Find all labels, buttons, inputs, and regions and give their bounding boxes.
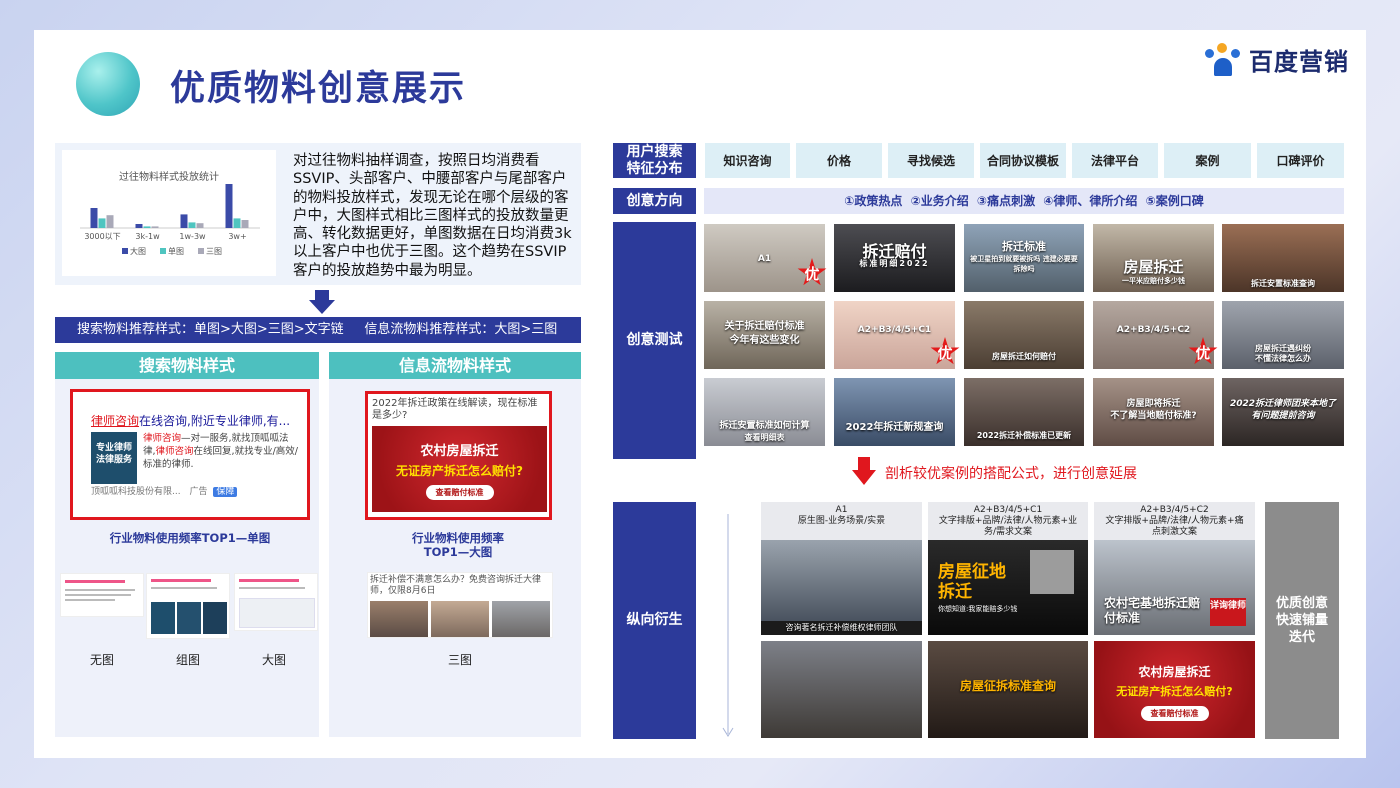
search-ad-image: 专业律师 法律服务 — [91, 432, 137, 484]
label-vertical-derive: 纵向衍生 — [613, 502, 696, 739]
search-ad-sample: 律师咨询在线咨询,附近专业律师,有... 专业律师 法律服务 律师咨询—对一服务… — [70, 389, 310, 520]
legend-swatch — [198, 248, 204, 254]
derived-creative-1: 咨询著名拆迁补偿维权律师团队 — [761, 540, 922, 635]
derived-creative-6: 农村房屋拆迁 无证房产拆迁怎么赔付? 查看赔付标准 — [1094, 641, 1255, 738]
thumb-large-image — [234, 573, 318, 631]
label-three-image: 三图 — [447, 653, 472, 667]
feed-ad-text: 2022年拆迁政策在线解读，现在标准是多少? — [372, 398, 538, 421]
tag-knowledge: 知识咨询 — [705, 143, 790, 178]
tag-case: 案例 — [1164, 143, 1251, 178]
red-down-arrow-icon — [852, 457, 876, 485]
derived-creative-3: 农村宅基地拆迁赔付标准 详询律师 — [1094, 540, 1255, 635]
derived-ad-button: 查看赔付标准 — [1140, 706, 1209, 721]
column-head-a1: A1 原生图-业务场景/实景 — [761, 502, 922, 540]
logo-text: 百度营销 — [1249, 48, 1349, 76]
test-creative-2: 拆迁赔付 标准明细2022 — [834, 224, 955, 292]
tick-label: 3k-1w — [135, 232, 160, 241]
test-creative-13-caption: 2022拆迁补偿标准已更新 — [976, 431, 1072, 440]
quick-iterate-box: 优质创意 快速铺量 迭代 — [1265, 502, 1339, 739]
derived-creative-4 — [761, 641, 922, 738]
direction-bar: ①政策热点 ②业务介绍 ③痛点刺激 ④律师、律所介绍 ⑤案例口碑 — [704, 188, 1344, 214]
bar-三图-3w+ — [241, 220, 249, 228]
test-creative-13: 2022拆迁补偿标准已更新 — [964, 378, 1084, 446]
test-creative-3: 拆迁标准 被卫星拍到就要被拆吗 违建必要要拆除吗 — [964, 224, 1084, 292]
label-no-image: 无图 — [89, 653, 114, 667]
test-creative-9: A2+B3/4/5+C2 — [1093, 301, 1214, 369]
bar-大图-1w-3w — [180, 214, 188, 228]
logo-icon — [1205, 42, 1243, 77]
tick-label: 3w+ — [228, 232, 246, 241]
search-ad-footer: 顶呱呱科技股份有限... 广告 保障 — [91, 484, 238, 497]
bar-单图-1w-3w — [188, 222, 196, 228]
legend-label: 单图 — [168, 246, 184, 256]
column-head-a2c2: A2+B3/4/5+C2 文字排版+品牌/法律/人物元素+痛点刺激文案 — [1094, 502, 1255, 540]
thumb-three-image: 拆迁补偿不满意怎么办？免费咨询拆迁大律师，仅限8月6日 — [367, 572, 553, 638]
thumb-no-image — [60, 573, 144, 617]
search-ad-body: 律师咨询—对一服务,就找顶呱呱法律,律师咨询在线回复,就找专业/高效/标准的律师… — [143, 433, 298, 470]
legend-swatch — [122, 248, 128, 254]
title-circle-decoration — [76, 52, 140, 116]
search-panel-head: 搜索物料样式 — [55, 352, 319, 379]
test-creative-5: 拆迁安置标准查询 — [1222, 224, 1344, 292]
bar-单图-3000以下 — [98, 218, 106, 228]
tick-label: 3000以下 — [84, 232, 120, 241]
label-creative-test: 创意测试 — [613, 222, 696, 459]
bar-大图-3w+ — [225, 184, 233, 228]
baidu-marketing-logo: 百度营销 — [1205, 42, 1349, 77]
page-title: 优质物料创意展示 — [170, 69, 467, 109]
tag-candidate: 寻找候选 — [888, 143, 974, 178]
label-direction: 创意方向 — [613, 188, 696, 214]
test-creative-10: 房屋拆迁遇纠纷 不懂法律怎么办 — [1222, 301, 1344, 369]
bar-大图-3000以下 — [90, 208, 98, 228]
feed-ad-button: 查看赔付标准 — [425, 485, 494, 500]
column-head-a2c1: A2+B3/4/5+C1 文字排版+品牌/法律/人物元素+业务/需求文案 — [928, 502, 1088, 540]
test-creative-12: 2022年拆迁新规查询 — [834, 378, 955, 446]
bar-三图-1w-3w — [196, 223, 204, 228]
ad-badge: 保障 — [213, 487, 238, 497]
bar-三图-3k-1w — [151, 226, 159, 228]
survey-description: 对过往物料抽样调查，按照日均消费看SSVIP、头部客户、中腰部客户与尾部客户的物… — [293, 153, 572, 279]
label-group-image: 组图 — [175, 653, 200, 667]
down-arrow-icon — [309, 290, 335, 314]
test-creative-15: 2022拆迁律师团来本地了 有问题提前咨询 — [1222, 378, 1344, 446]
search-caption: 行业物料使用频率TOP1—单图 — [109, 531, 271, 545]
search-ad-title: 律师咨询在线咨询,附近专业律师,有... — [91, 414, 291, 428]
tag-contract: 合同协议模板 — [980, 143, 1066, 178]
chart-plot: 3000以下 3k-1w 1w-3w 3w+ 大图 单图 三图 — [80, 184, 260, 256]
legend-label: 三图 — [206, 247, 222, 256]
bar-单图-3k-1w — [143, 226, 151, 228]
mini-bar-chart: 过往物料样式投放统计 3000以下 3k-1w 1w-3w 3w+ 大图 单图 三图 — [62, 150, 276, 276]
analysis-text: 剖析较优案例的搭配公式，进行创意延展 — [885, 466, 1137, 482]
test-creative-11: 拆迁安置标准如何计算 查看明细表 — [704, 378, 825, 446]
tag-reputation: 口碑评价 — [1257, 143, 1344, 178]
bar-单图-3w+ — [233, 218, 241, 228]
tag-price: 价格 — [796, 143, 882, 178]
test-creative-7: A2+B3/4/5+C1 — [834, 301, 955, 369]
derived-creative-5: 房屋征拆标准查询 — [928, 641, 1088, 738]
bar-三图-3000以下 — [106, 215, 114, 228]
blurred-portrait — [1030, 550, 1074, 594]
derived-creative-2: 房屋征地拆迁 你想知道:我家能赔多少钱 — [928, 540, 1088, 635]
test-creative-4: 房屋拆迁 一平米应赔付多少钱 — [1093, 224, 1214, 292]
recommend-band: 搜索物料推荐样式：单图>大图>三图>文字链 信息流物料推荐样式：大图>三图 — [55, 317, 581, 343]
feed-ad-sample: 2022年拆迁政策在线解读，现在标准是多少? 农村房屋拆迁 无证房产拆迁怎么赔付… — [365, 391, 552, 520]
timeline-arrow-icon — [722, 514, 734, 737]
label-user-search: 用户搜索 特征分布 — [613, 143, 696, 178]
feed-caption: 行业物料使用频率 TOP1—大图 — [412, 531, 504, 559]
test-creative-14: 房屋即将拆迁 不了解当地赔付标准? — [1093, 378, 1214, 446]
legend-label: 大图 — [130, 246, 146, 256]
test-creative-6: 关于拆迁赔付标准 今年有这些变化 — [704, 301, 825, 369]
test-creative-8: 房屋拆迁如何赔付 — [964, 301, 1084, 369]
thumb-group-image — [146, 573, 230, 639]
tag-legal-platform: 法律平台 — [1072, 143, 1158, 178]
tick-label: 1w-3w — [179, 232, 206, 241]
label-large-image: 大图 — [261, 653, 286, 667]
feed-ad-banner: 农村房屋拆迁 无证房产拆迁怎么赔付? 查看赔付标准 — [372, 426, 547, 512]
feed-panel-head: 信息流物料样式 — [329, 352, 581, 379]
bar-大图-3k-1w — [135, 224, 143, 228]
legend-swatch — [160, 248, 166, 254]
